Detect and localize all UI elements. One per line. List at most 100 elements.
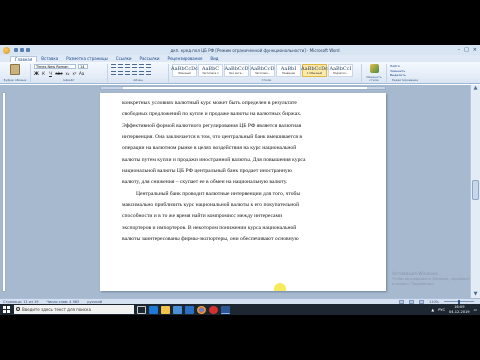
document-line[interactable]: Центральный банк проводит валютные интер… <box>122 189 368 200</box>
vertical-ruler[interactable] <box>2 92 6 292</box>
language-indicator-tray[interactable]: РУС <box>438 308 445 312</box>
minimize-button[interactable]: – <box>458 47 461 53</box>
clock-date: 04.12.2019 <box>449 309 470 314</box>
scrollbar-thumb[interactable] <box>472 180 479 200</box>
subscript-button[interactable]: x₂ <box>65 71 70 76</box>
language-indicator[interactable]: русский <box>87 300 102 304</box>
paste-icon[interactable] <box>10 64 20 75</box>
change-case-button[interactable]: Aa <box>79 71 84 76</box>
document-line[interactable]: свободных предложений по купле и продаже… <box>122 109 368 120</box>
document-area: конкретных условиях валютный курс может … <box>0 85 480 298</box>
select-button[interactable]: Выделить <box>390 73 420 77</box>
document-line[interactable]: конкретных условиях валютный курс может … <box>122 98 368 109</box>
search-icon <box>16 307 20 311</box>
underline-button[interactable]: Ч <box>48 71 53 76</box>
document-line[interactable]: интервенция. Она заключается в том, что … <box>122 132 368 143</box>
taskbar-search-input[interactable]: Введите здесь текст для поиска <box>14 305 134 314</box>
document-line[interactable]: экспортеров и импортеров. В некотором по… <box>122 223 368 234</box>
bullets-icon[interactable] <box>111 64 116 68</box>
align-left-icon[interactable] <box>111 71 116 75</box>
bold-button[interactable]: Ж <box>34 71 39 76</box>
multilevel-list-icon[interactable] <box>125 64 130 68</box>
opera-icon[interactable] <box>209 305 218 314</box>
document-line[interactable]: способности и в то же время найти компро… <box>122 211 368 222</box>
word-icon[interactable] <box>221 305 230 314</box>
notifications-icon[interactable]: ▭ <box>474 308 477 312</box>
word-count[interactable]: Число слов: 4 983 <box>47 300 80 304</box>
reading-view-icon[interactable] <box>408 299 414 304</box>
document-line[interactable]: национальной валюты ЦБ РФ центральный ба… <box>122 166 368 177</box>
save-icon[interactable] <box>14 48 18 52</box>
document-line[interactable]: максимально приблизить курс национальной… <box>122 200 368 211</box>
scroll-up-icon[interactable]: ▲ <box>471 85 480 92</box>
page-count[interactable]: Страница: 11 из 19 <box>3 300 39 304</box>
document-line[interactable]: операции на валютном рынке в целях возде… <box>122 143 368 154</box>
style-name: 1 Обычный <box>306 72 323 75</box>
redo-icon[interactable] <box>26 48 30 52</box>
window-controls: – □ × <box>450 47 480 53</box>
file-explorer-icon[interactable] <box>161 305 170 314</box>
ruler-left-margin <box>101 87 123 89</box>
mail-icon[interactable] <box>185 305 194 314</box>
document-line[interactable]: валюту, для снижения – скупает ее в обме… <box>122 177 368 188</box>
styles-group: AaBbCcDc Обычный AaBbC Заголовок 1 AaBbCcD Бе… <box>171 64 362 82</box>
document-line[interactable]: Эффективной формой валютного регулирован… <box>122 121 368 132</box>
change-styles-icon[interactable] <box>369 64 379 73</box>
style-name: Обычный <box>178 72 191 75</box>
find-button[interactable]: Найти <box>390 64 420 68</box>
decrease-indent-icon[interactable] <box>132 64 137 68</box>
vertical-scrollbar[interactable]: ▲ ▼ <box>470 85 480 298</box>
borders-icon[interactable] <box>146 71 151 75</box>
web-layout-view-icon[interactable] <box>418 299 424 304</box>
style-name: Подзагол... <box>332 72 349 75</box>
edge-icon[interactable] <box>149 305 158 314</box>
strikethrough-button[interactable]: abc <box>55 71 63 76</box>
document-line[interactable]: валюты путем купли и продажи иностранной… <box>122 155 368 166</box>
horizontal-ruler[interactable] <box>100 86 386 90</box>
network-icon[interactable]: ▲ <box>431 308 434 312</box>
maximize-button[interactable]: □ <box>464 47 469 53</box>
change-styles-label[interactable]: Изменить стили <box>365 76 383 82</box>
zoom-level[interactable]: 110% <box>429 300 439 304</box>
mouse-cursor-highlight <box>274 283 286 291</box>
taskbar: Введите здесь текст для поиска ▲ РУС 16:… <box>0 304 480 315</box>
close-button[interactable]: × <box>473 47 477 53</box>
print-layout-view-icon[interactable] <box>398 299 404 304</box>
document-text[interactable]: конкретных условиях валютный курс может … <box>122 98 368 245</box>
replace-button[interactable]: Заменить <box>390 69 420 73</box>
numbering-icon[interactable] <box>118 64 123 68</box>
justify-icon[interactable] <box>132 71 137 75</box>
style-tile[interactable]: AaBbCcDc Обычный <box>171 64 198 77</box>
style-tile[interactable]: AaBbC Заголовок 1 <box>198 64 223 77</box>
activation-text: Чтобы активировать Windows, перейдите в … <box>392 277 472 286</box>
align-right-icon[interactable] <box>125 71 130 75</box>
font-size-select[interactable]: 14 <box>78 64 88 69</box>
task-view-icon[interactable] <box>137 305 146 314</box>
italic-button[interactable]: К <box>41 71 46 76</box>
show-marks-icon[interactable] <box>146 64 151 68</box>
clipboard-group-label: Буфер обмена <box>3 78 27 82</box>
increase-indent-icon[interactable] <box>139 64 144 68</box>
undo-icon[interactable] <box>20 48 24 52</box>
zoom-slider-knob[interactable] <box>458 299 460 304</box>
clock[interactable]: 16:09 04.12.2019 <box>449 305 470 313</box>
change-styles-group: Изменить стили <box>365 64 387 82</box>
align-center-icon[interactable] <box>118 71 123 75</box>
line-spacing-icon[interactable] <box>139 71 144 75</box>
superscript-button[interactable]: x² <box>72 71 77 76</box>
chrome-icon[interactable] <box>197 305 206 314</box>
style-tile[interactable]: AaBbCcD Заголово... <box>250 64 275 77</box>
style-tile[interactable]: AaBbI Название <box>276 64 301 77</box>
style-tile[interactable]: AaBbCcDc 1 Обычный <box>301 64 328 77</box>
style-tile[interactable]: AaBbCcD Без инте... <box>224 64 249 77</box>
document-page[interactable]: конкретных условиях валютный курс может … <box>100 93 386 291</box>
taskbar-search-placeholder: Введите здесь текст для поиска <box>22 307 91 312</box>
office-button-icon[interactable] <box>3 46 10 54</box>
store-icon[interactable] <box>173 305 182 314</box>
font-name-select[interactable]: Times New Roman <box>34 64 76 69</box>
document-line[interactable]: валюты заинтересованы фирмы-экспортеры, … <box>122 234 368 245</box>
style-tile[interactable]: AaBbCcI Подзагол... <box>328 64 353 77</box>
windows-start-icon[interactable] <box>2 305 11 314</box>
scroll-down-icon[interactable]: ▼ <box>471 291 480 298</box>
zoom-slider[interactable] <box>444 299 474 304</box>
